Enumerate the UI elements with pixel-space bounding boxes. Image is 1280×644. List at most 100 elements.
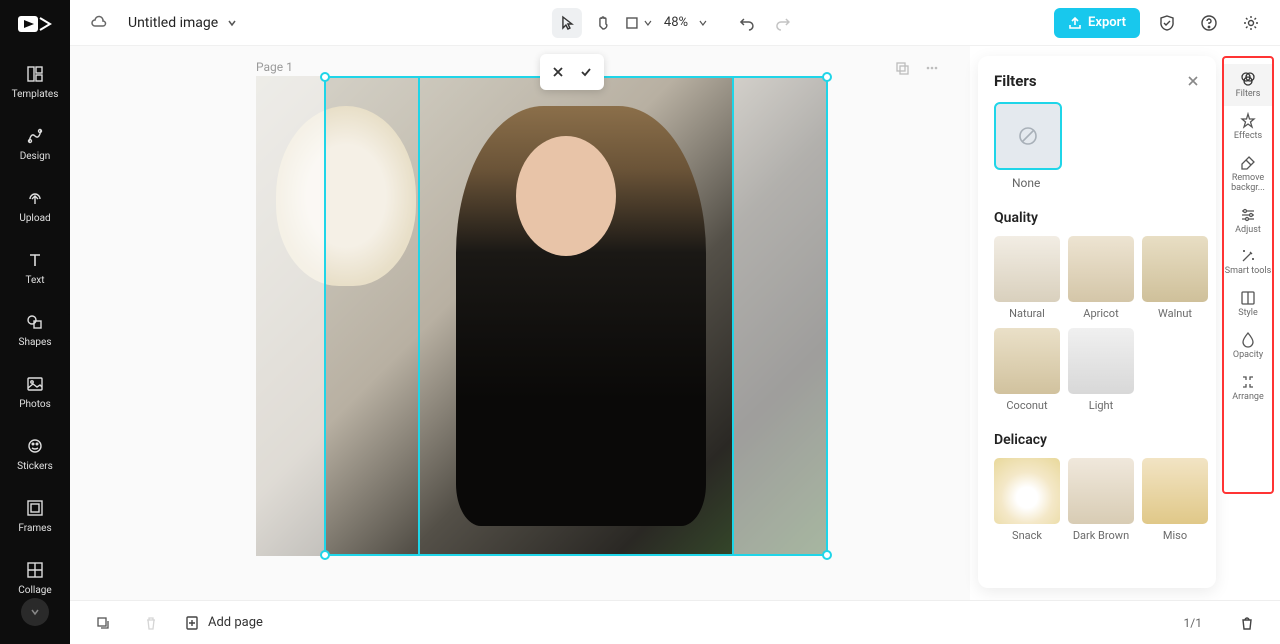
- pointer-tool[interactable]: [552, 8, 582, 38]
- filters-panel: Filters None Quality Natural Apricot Wal…: [978, 56, 1216, 588]
- add-page-icon: [184, 615, 200, 631]
- cloud-sync-icon[interactable]: [84, 8, 114, 38]
- more-icon[interactable]: [924, 60, 940, 76]
- nav-templates[interactable]: Templates: [0, 64, 70, 100]
- nav-design[interactable]: Design: [0, 126, 70, 162]
- nav-label: Frames: [18, 523, 51, 534]
- filters-icon: [1239, 70, 1257, 88]
- filter-coconut[interactable]: Coconut: [994, 328, 1060, 412]
- redo-button[interactable]: [768, 8, 798, 38]
- nav-photos[interactable]: Photos: [0, 374, 70, 410]
- page-label: Page 1: [256, 60, 293, 74]
- tool-arrange[interactable]: Arrange: [1224, 367, 1272, 409]
- top-bar: Untitled image 48% Export: [70, 0, 1280, 46]
- tool-effects[interactable]: Effects: [1224, 106, 1272, 148]
- nav-label: Shapes: [19, 337, 52, 348]
- tool-style[interactable]: Style: [1224, 283, 1272, 325]
- opacity-icon: [1239, 331, 1257, 349]
- section-quality-title: Quality: [994, 210, 1200, 226]
- app-logo[interactable]: [18, 12, 52, 36]
- settings-icon[interactable]: [1236, 8, 1266, 38]
- chevron-down-icon[interactable]: [698, 18, 708, 28]
- help-icon[interactable]: [1194, 8, 1224, 38]
- nav-frames[interactable]: Frames: [0, 498, 70, 534]
- canvas-area[interactable]: Page 1: [70, 46, 970, 600]
- filter-thumb: [994, 328, 1060, 394]
- nav-text[interactable]: Text: [0, 250, 70, 286]
- crop-confirm-button[interactable]: [572, 58, 600, 86]
- frames-icon: [25, 498, 45, 518]
- nav-upload[interactable]: Upload: [0, 188, 70, 224]
- crop-dim-right: [734, 76, 826, 556]
- document-title[interactable]: Untitled image: [128, 15, 238, 31]
- tool-remove-bg[interactable]: Remove backgr...: [1224, 148, 1272, 200]
- magic-icon: [1239, 247, 1257, 265]
- filter-walnut[interactable]: Walnut: [1142, 236, 1208, 320]
- chevron-down-icon: [226, 17, 238, 29]
- shopping-bag-icon[interactable]: [1232, 608, 1262, 638]
- filter-light[interactable]: Light: [1068, 328, 1134, 412]
- filter-none-label: None: [1012, 176, 1200, 190]
- crop-dim-left: [256, 76, 326, 556]
- upload-icon: [25, 188, 45, 208]
- close-filters-button[interactable]: [1186, 74, 1200, 88]
- undo-button[interactable]: [732, 8, 762, 38]
- shield-icon[interactable]: [1152, 8, 1182, 38]
- adjust-icon: [1239, 206, 1257, 224]
- left-sidebar: Templates Design Upload Text Shapes Phot…: [0, 0, 70, 644]
- tool-opacity[interactable]: Opacity: [1224, 325, 1272, 367]
- nav-label: Upload: [19, 213, 50, 224]
- nav-label: Collage: [18, 585, 51, 596]
- nav-stickers[interactable]: Stickers: [0, 436, 70, 472]
- filter-thumb: [1068, 236, 1134, 302]
- section-delicacy-title: Delicacy: [994, 432, 1200, 448]
- trash-icon[interactable]: [136, 608, 166, 638]
- nav-label: Templates: [12, 89, 59, 100]
- layers-icon[interactable]: [88, 608, 118, 638]
- filter-thumb: [994, 236, 1060, 302]
- filter-thumb: [1142, 236, 1208, 302]
- design-icon: [25, 126, 45, 146]
- filter-snack[interactable]: Snack: [994, 458, 1060, 542]
- filter-apricot[interactable]: Apricot: [1068, 236, 1134, 320]
- right-toolbar: Filters Effects Remove backgr... Adjust …: [1222, 56, 1274, 494]
- style-icon: [1239, 289, 1257, 307]
- tool-adjust[interactable]: Adjust: [1224, 200, 1272, 242]
- filter-none[interactable]: [994, 102, 1062, 170]
- zoom-level[interactable]: 48%: [660, 15, 692, 30]
- nav-label: Text: [25, 275, 44, 286]
- top-right-actions: Export: [1054, 8, 1266, 38]
- crop-cancel-button[interactable]: [544, 58, 572, 86]
- filter-thumb: [994, 458, 1060, 524]
- photos-icon: [25, 374, 45, 394]
- effects-icon: [1239, 112, 1257, 130]
- filter-thumb: [1068, 328, 1134, 394]
- document-title-text: Untitled image: [128, 15, 218, 31]
- duplicate-page-icon[interactable]: [894, 60, 910, 76]
- tool-filters[interactable]: Filters: [1224, 64, 1272, 106]
- collage-icon: [25, 560, 45, 580]
- filter-natural[interactable]: Natural: [994, 236, 1060, 320]
- nav-collage[interactable]: Collage: [0, 560, 70, 596]
- filter-miso[interactable]: Miso: [1142, 458, 1208, 542]
- filter-thumb: [1068, 458, 1134, 524]
- page-actions: [894, 60, 940, 76]
- filter-dark-brown[interactable]: Dark Brown: [1068, 458, 1134, 542]
- stickers-icon: [25, 436, 45, 456]
- hand-tool[interactable]: [588, 8, 618, 38]
- text-icon: [25, 250, 45, 270]
- templates-icon: [25, 64, 45, 84]
- bottom-bar: Add page 1/1: [70, 600, 1280, 644]
- crop-ratio-dropdown[interactable]: [624, 8, 654, 38]
- eraser-icon: [1239, 154, 1257, 172]
- add-page-button[interactable]: Add page: [184, 615, 263, 631]
- shapes-icon: [25, 312, 45, 332]
- arrange-icon: [1239, 373, 1257, 391]
- filters-title: Filters: [994, 72, 1037, 90]
- export-icon: [1068, 16, 1082, 30]
- tool-smart[interactable]: Smart tools: [1224, 241, 1272, 283]
- nav-shapes[interactable]: Shapes: [0, 312, 70, 348]
- export-button[interactable]: Export: [1054, 8, 1140, 38]
- nav-label: Stickers: [17, 461, 53, 472]
- user-avatar-button[interactable]: [21, 598, 49, 626]
